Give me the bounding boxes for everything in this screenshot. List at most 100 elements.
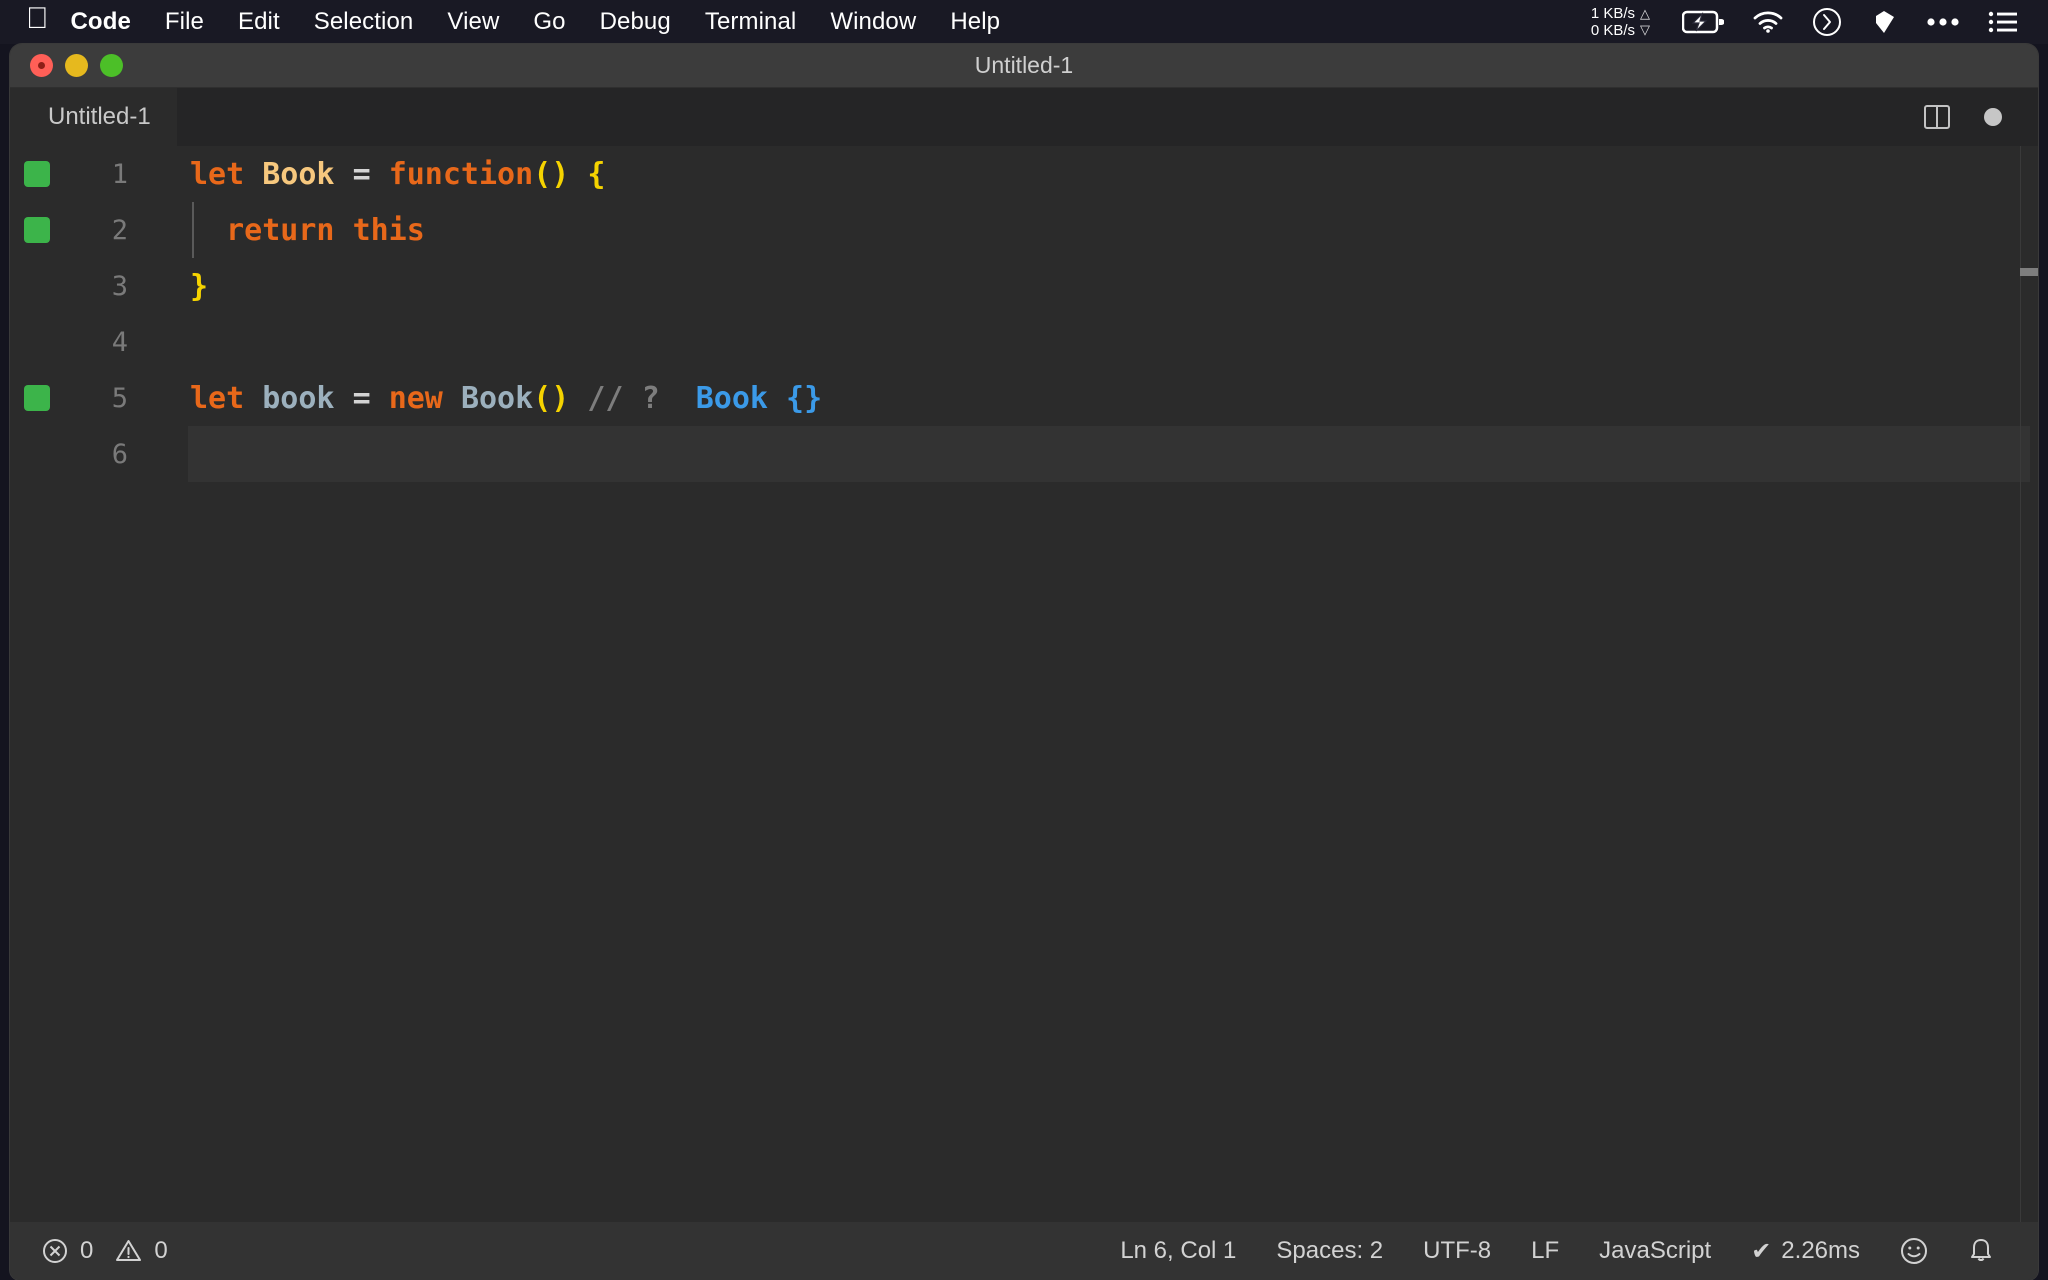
code-token: {: [587, 157, 605, 192]
menu-item-code[interactable]: Code: [71, 8, 148, 36]
code-line-text: let book = new Book() // ? Book {}: [190, 381, 822, 416]
wifi-icon[interactable]: [1752, 10, 1784, 34]
warning-count: 0: [154, 1237, 167, 1265]
code-line[interactable]: 1 let Book = function() {: [10, 146, 2038, 202]
indentation-status[interactable]: Spaces: 2: [1256, 1237, 1403, 1265]
code-token: ?: [642, 381, 660, 416]
editor-tab-bar: Untitled-1: [10, 88, 2038, 146]
menu-item-debug[interactable]: Debug: [583, 8, 688, 36]
checkmark-icon: ✔: [1751, 1237, 1771, 1266]
error-count: 0: [80, 1237, 93, 1265]
status-bar-right: Ln 6, Col 1 Spaces: 2 UTF-8 LF JavaScrip…: [1100, 1237, 2014, 1266]
run-time-label: 2.26ms: [1781, 1237, 1860, 1265]
code-line[interactable]: 2 return this: [10, 202, 2038, 258]
line-number: 6: [88, 439, 128, 470]
zoom-button[interactable]: [100, 54, 123, 77]
apple-logo-icon[interactable]: : [26, 4, 49, 34]
network-upload-speed: 1 KB/s: [1591, 5, 1635, 22]
menu-items-container: CodeFileEditSelectionViewGoDebugTerminal…: [71, 8, 1018, 36]
battery-charging-icon[interactable]: [1682, 10, 1724, 34]
unsaved-dot-icon[interactable]: [1984, 108, 2002, 126]
problems-status[interactable]: 0 0: [42, 1237, 188, 1265]
code-line-text: }: [190, 269, 208, 304]
code-token: =: [353, 157, 371, 192]
code-token: function: [389, 157, 534, 192]
gutter-live-marker[interactable]: [24, 385, 50, 411]
code-editor[interactable]: 1let Book = function() {2 return this3}4…: [10, 146, 2038, 1222]
code-token: Book {}: [696, 381, 822, 416]
clock-icon[interactable]: [1812, 7, 1842, 37]
macos-menu-bar:  CodeFileEditSelectionViewGoDebugTermin…: [0, 0, 2048, 44]
code-token: //: [587, 381, 623, 416]
code-token: [371, 381, 389, 416]
code-token: Book: [262, 157, 334, 192]
code-token: [660, 381, 696, 416]
dropbox-icon[interactable]: [1870, 8, 1898, 36]
code-token: let: [190, 381, 244, 416]
window-title: Untitled-1: [10, 52, 2038, 79]
cursor-position-label: Ln 6, Col 1: [1120, 1237, 1236, 1265]
code-line[interactable]: 4: [10, 314, 2038, 370]
code-token: [335, 381, 353, 416]
vscode-window: Untitled-1 Untitled-1 1 let Book = functi…: [10, 44, 2038, 1280]
warning-triangle-icon: [115, 1238, 142, 1264]
upload-arrow-icon: △: [1640, 7, 1650, 21]
ellipsis-icon[interactable]: [1926, 17, 1960, 27]
network-speed-indicator[interactable]: 1 KB/s 0 KB/s △ ▽: [1591, 5, 1650, 40]
code-line-text: return this: [190, 213, 425, 248]
menu-item-file[interactable]: File: [148, 8, 221, 36]
indentation-label: Spaces: 2: [1276, 1237, 1383, 1265]
tab-untitled-1[interactable]: Untitled-1: [10, 88, 177, 146]
menu-item-edit[interactable]: Edit: [221, 8, 297, 36]
line-number: 2: [88, 215, 128, 246]
eol-status[interactable]: LF: [1511, 1237, 1579, 1265]
menu-item-terminal[interactable]: Terminal: [688, 8, 814, 36]
window-titlebar: Untitled-1: [10, 44, 2038, 88]
menu-item-go[interactable]: Go: [516, 8, 582, 36]
unsaved-indicator-dot: [38, 62, 45, 69]
close-button[interactable]: [30, 54, 53, 77]
code-token: [371, 157, 389, 192]
gutter-live-marker[interactable]: [24, 161, 50, 187]
encoding-status[interactable]: UTF-8: [1403, 1237, 1511, 1265]
language-mode-label: JavaScript: [1599, 1237, 1711, 1265]
encoding-label: UTF-8: [1423, 1237, 1491, 1265]
run-time-status[interactable]: ✔ 2.26ms: [1731, 1237, 1880, 1266]
scrollbar-thumb-mark[interactable]: [2020, 268, 2038, 276]
tab-label: Untitled-1: [48, 103, 151, 131]
control-center-list-icon[interactable]: [1988, 10, 2018, 34]
menu-item-window[interactable]: Window: [813, 8, 933, 36]
status-bar-left: 0 0: [42, 1237, 188, 1265]
notifications-status[interactable]: [1948, 1237, 2014, 1265]
notifications-bell-icon: [1968, 1237, 1994, 1265]
editor-actions: [1924, 88, 2038, 146]
code-token: [244, 157, 262, 192]
menu-item-selection[interactable]: Selection: [297, 8, 431, 36]
gutter-live-marker[interactable]: [24, 217, 50, 243]
code-token: let: [190, 157, 244, 192]
menu-item-view[interactable]: View: [430, 8, 516, 36]
code-line[interactable]: 6: [10, 426, 2038, 482]
current-line-highlight: [188, 426, 2030, 482]
code-token: [569, 381, 587, 416]
editor-scrollbar[interactable]: [2020, 146, 2038, 1222]
error-circle-icon: [42, 1238, 68, 1264]
code-token: new: [389, 381, 443, 416]
code-token: book: [262, 381, 334, 416]
code-token: this: [353, 213, 425, 248]
code-token: (): [533, 157, 569, 192]
code-line[interactable]: 5let book = new Book() // ? Book {}: [10, 370, 2038, 426]
code-line-text: let Book = function() {: [190, 157, 605, 192]
split-editor-icon[interactable]: [1924, 105, 1950, 129]
menu-item-help[interactable]: Help: [933, 8, 1017, 36]
line-number: 1: [88, 159, 128, 190]
feedback-status[interactable]: [1880, 1237, 1948, 1265]
minimize-button[interactable]: [65, 54, 88, 77]
smiley-feedback-icon: [1900, 1237, 1928, 1265]
code-line[interactable]: 3}: [10, 258, 2038, 314]
network-download-speed: 0 KB/s: [1591, 22, 1635, 39]
cursor-position-status[interactable]: Ln 6, Col 1: [1100, 1237, 1256, 1265]
eol-label: LF: [1531, 1237, 1559, 1265]
code-token: [569, 157, 587, 192]
language-mode-status[interactable]: JavaScript: [1579, 1237, 1731, 1265]
